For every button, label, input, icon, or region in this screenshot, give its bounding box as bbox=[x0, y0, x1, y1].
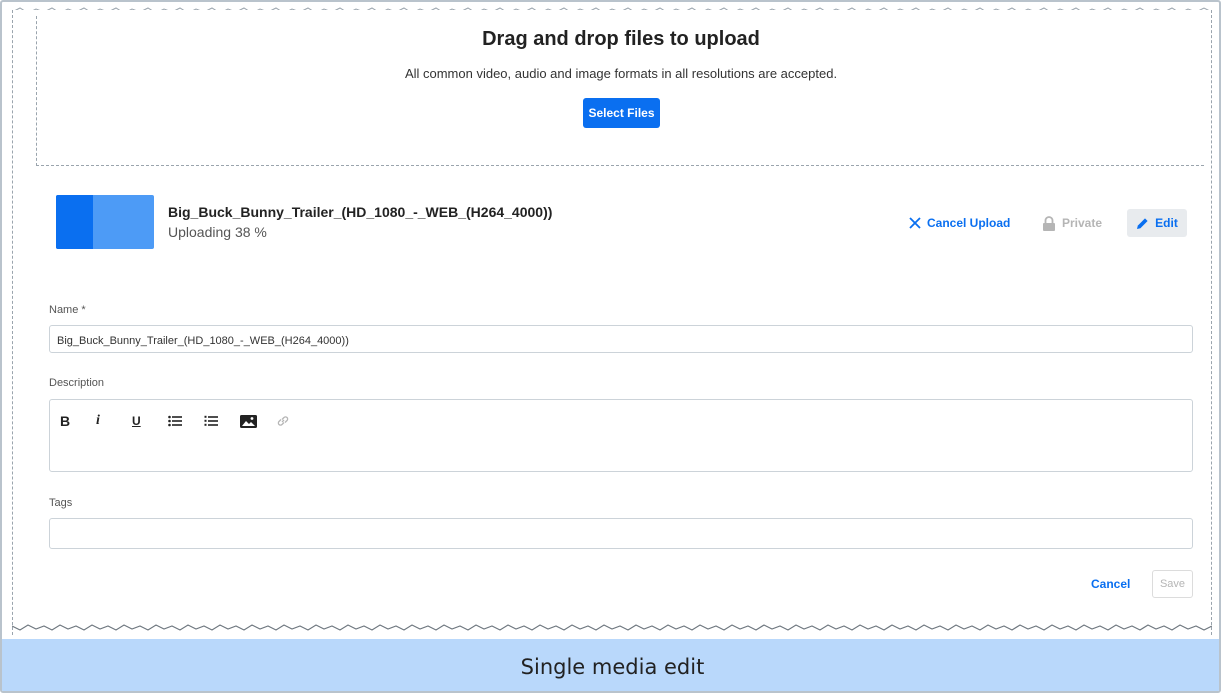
private-label: Private bbox=[1062, 216, 1103, 230]
name-label: Name * bbox=[49, 304, 86, 316]
upload-file-name: Big_Buck_Bunny_Trailer_(HD_1080_-_WEB_(H… bbox=[168, 204, 553, 220]
private-toggle-button[interactable]: Private bbox=[1042, 209, 1102, 237]
caption-text: Single media edit bbox=[520, 655, 705, 679]
torn-edge-bottom bbox=[12, 624, 1212, 631]
underline-label: U bbox=[132, 414, 141, 428]
tags-input[interactable] bbox=[49, 518, 1193, 549]
close-icon bbox=[909, 217, 921, 229]
image-icon bbox=[240, 414, 257, 428]
bullet-list-icon bbox=[168, 415, 182, 427]
description-label: Description bbox=[49, 377, 105, 389]
dropzone-subtitle: All common video, audio and image format… bbox=[404, 66, 838, 81]
name-input[interactable]: Big_Buck_Bunny_Trailer_(HD_1080_-_WEB_(H… bbox=[49, 325, 1193, 353]
edit-button[interactable]: Edit bbox=[1127, 209, 1187, 237]
save-button[interactable]: Save bbox=[1152, 570, 1193, 598]
caption-bar: Single media edit bbox=[2, 639, 1219, 691]
screenshot-frame: Drag and drop files to upload All common… bbox=[0, 0, 1221, 693]
description-editor[interactable]: B i U bbox=[49, 399, 1193, 472]
italic-button[interactable]: i bbox=[96, 412, 132, 430]
italic-label: i bbox=[96, 413, 100, 428]
numbered-list-icon bbox=[204, 415, 218, 426]
upload-progress-fill bbox=[56, 195, 94, 249]
upload-thumbnail-progress bbox=[56, 195, 154, 249]
upload-status: Uploading 38 % bbox=[168, 224, 267, 240]
cancel-upload-button[interactable]: Cancel Upload bbox=[909, 209, 1010, 237]
upload-dropzone[interactable]: Drag and drop files to upload All common… bbox=[36, 16, 1204, 166]
pencil-icon bbox=[1137, 217, 1148, 229]
dropzone-title: Drag and drop files to upload bbox=[482, 28, 760, 50]
cancel-button[interactable]: Cancel bbox=[1091, 577, 1130, 591]
tags-label: Tags bbox=[49, 497, 73, 509]
cancel-upload-label: Cancel Upload bbox=[927, 216, 1011, 230]
insert-image-button[interactable] bbox=[240, 412, 276, 430]
bold-label: B bbox=[60, 413, 71, 429]
editor-toolbar: B i U bbox=[60, 412, 312, 430]
bullet-list-button[interactable] bbox=[168, 412, 204, 430]
bold-button[interactable]: B bbox=[60, 412, 96, 430]
link-icon bbox=[277, 416, 289, 426]
insert-link-button[interactable] bbox=[276, 412, 312, 430]
underline-button[interactable]: U bbox=[132, 412, 168, 430]
edit-label: Edit bbox=[1155, 216, 1178, 230]
name-input-value: Big_Buck_Bunny_Trailer_(HD_1080_-_WEB_(H… bbox=[57, 335, 349, 347]
select-files-button[interactable]: Select Files bbox=[583, 98, 660, 128]
lock-icon bbox=[1043, 215, 1055, 231]
numbered-list-button[interactable] bbox=[204, 412, 240, 430]
